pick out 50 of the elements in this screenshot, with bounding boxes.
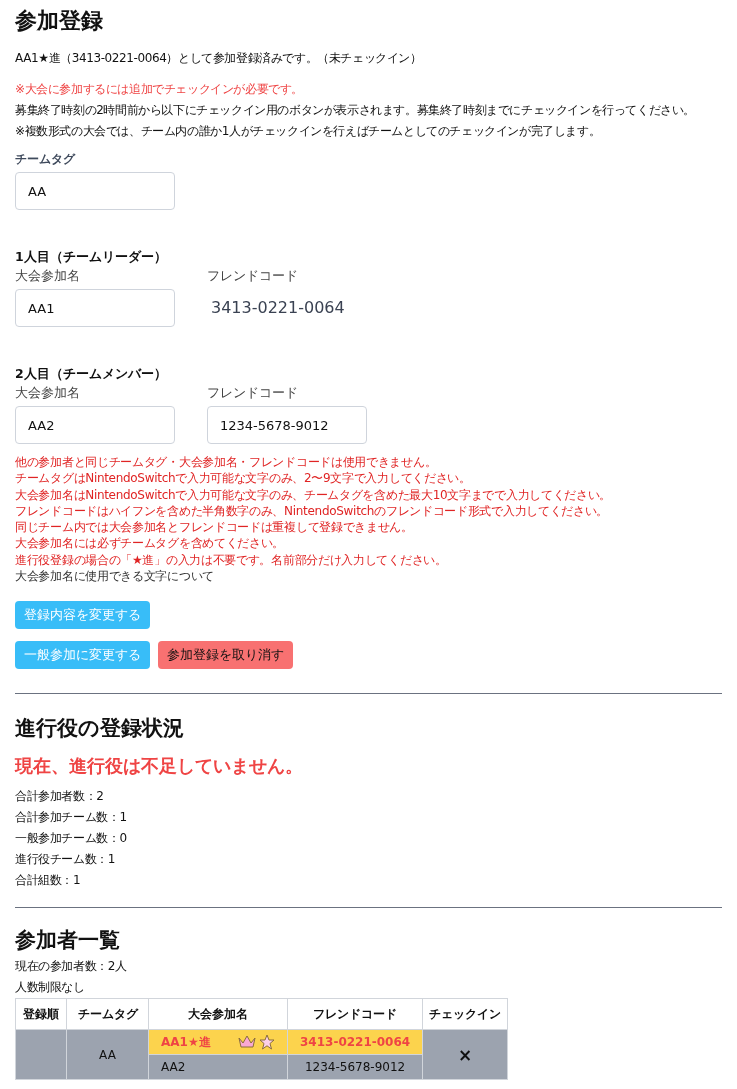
column-header: 大会参加名: [148, 998, 288, 1030]
section-title: 参加者一覧: [15, 927, 121, 955]
crown-icon: [238, 1035, 256, 1050]
member-heading: 2人目（チームメンバー）: [15, 365, 168, 383]
input-rule: 同じチーム内では大会参加名とフレンドコードは重複して登録できません。: [15, 519, 414, 536]
order-cell: [15, 1029, 67, 1080]
column-header: チームタグ: [66, 998, 149, 1030]
friend-code-field[interactable]: 1234-5678-9012: [207, 406, 367, 444]
player-name-field[interactable]: AA1: [15, 289, 175, 327]
column-header: フレンドコード: [287, 998, 423, 1030]
input-rule: 大会参加名はNintendoSwitchで入力可能な文字のみ、チームタグを含めた最大10文字までで入力してください。: [15, 486, 613, 503]
input-rule: フレンドコードはハイフンを含めた半角数字のみ、NintendoSwitchのフレンドコード形式で入力してください。: [15, 502, 610, 520]
participant-limit: 人数制限なし: [15, 979, 86, 997]
checkin-warning: ※大会に参加するには追加でチェックインが必要です。: [15, 81, 305, 98]
input-rule: 他の参加者と同じチームタグ・大会参加名・フレンドコードは使用できません。: [15, 454, 438, 471]
field-label: 大会参加名: [15, 267, 81, 285]
input-rule: 進行役登録の場合の「★進」の入力は不要です。名前部分だけ入力してください。: [15, 551, 448, 569]
team-tag-field[interactable]: AA: [15, 172, 175, 210]
friend-code-cell: 3413-0221-0064: [287, 1029, 423, 1055]
stat-line: 合計参加チーム数：1: [15, 809, 128, 827]
checkin-note: 募集終了時刻の2時間前から以下にチェックイン用のボタンが表示されます。募集終了時刻までにチェックインを行ってください。: [15, 102, 697, 119]
page-title: 参加登録: [15, 7, 104, 35]
column-header: 登録順: [15, 998, 67, 1030]
member-heading: 1人目（チームリーダー）: [15, 248, 168, 266]
column-header: チェックイン: [422, 998, 508, 1030]
player-name: AA2: [161, 1060, 186, 1075]
checkin-cell: ×: [422, 1029, 508, 1080]
field-label: フレンドコード: [207, 384, 299, 402]
field-label: フレンドコード: [207, 267, 299, 285]
player-name-field[interactable]: AA2: [15, 406, 175, 444]
checkin-note: ※複数形式の大会では、チーム内の誰か1人がチェックインを行えばチームとしてのチェックインが完了します。: [15, 123, 602, 140]
stat-line: 合計参加者数：2: [15, 788, 105, 806]
participant-count: 現在の参加者数：2人: [15, 958, 128, 976]
staff-status: 現在、進行役は不足していません。: [15, 754, 304, 779]
stat-line: 合計組数：1: [15, 872, 82, 890]
allowed-characters-link[interactable]: 大会参加名に使用できる文字について: [15, 568, 722, 585]
input-rule: 大会参加名には必ずチームタグを含めてください。: [15, 535, 286, 552]
friend-code-cell: 1234-5678-9012: [287, 1054, 423, 1080]
player-name: AA1★進: [161, 1033, 211, 1051]
stat-line: 進行役チーム数：1: [15, 851, 117, 869]
input-rule: チームタグはNintendoSwitchで入力可能な文字のみ、2〜9文字で入力してください。: [15, 470, 472, 487]
friend-code: 3413-0221-0064: [210, 297, 345, 319]
cancel-button[interactable]: 参加登録を取り消す: [158, 641, 293, 670]
section-title: 進行役の登録状況: [15, 715, 185, 743]
stat-line: 一般参加チーム数：0: [15, 830, 128, 848]
team-tag-cell: AA: [66, 1029, 149, 1080]
field-label: 大会参加名: [15, 384, 81, 402]
field-label: チームタグ: [15, 151, 77, 168]
registration-status: AA1★進（3413-0221-0064）として参加登録済みです。（未チェックイン）: [15, 50, 423, 67]
star-icon: [259, 1034, 275, 1051]
